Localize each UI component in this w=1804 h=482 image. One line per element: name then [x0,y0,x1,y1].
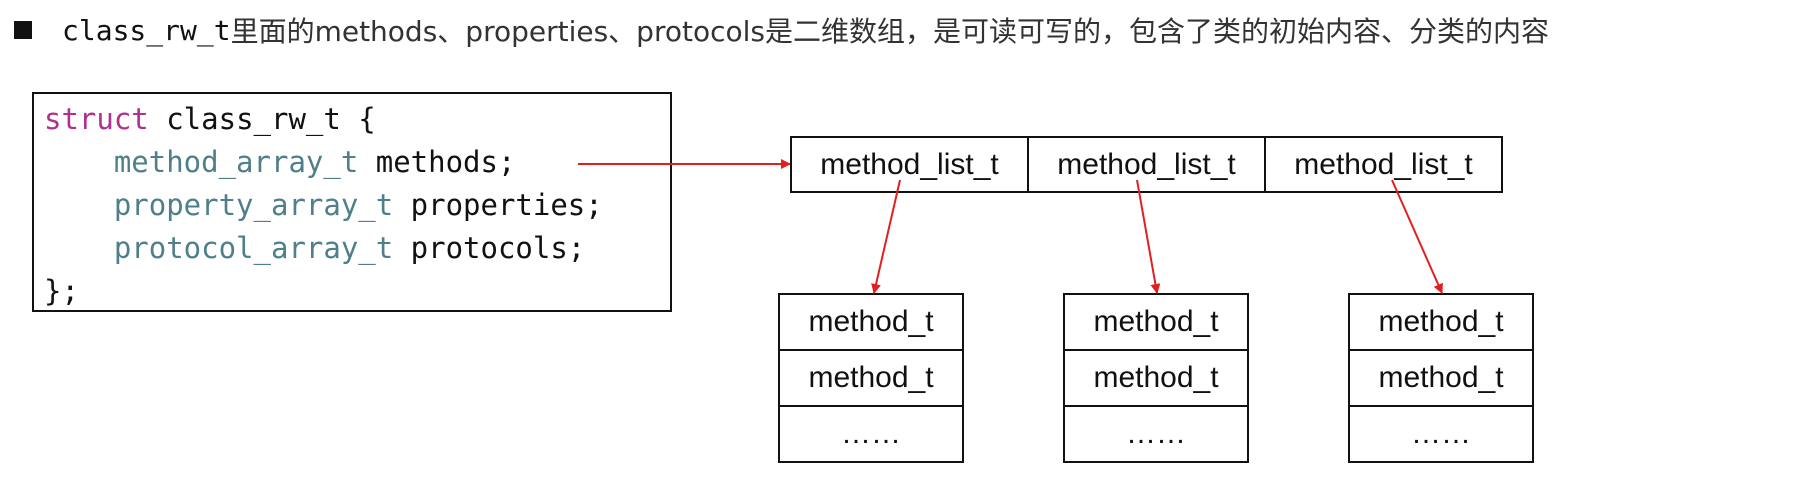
list-to-stack-arrow [1136,179,1161,294]
list-to-stack-arrow [1391,179,1443,294]
list-to-stack-arrow [871,179,901,294]
connector-arrows [578,159,1443,294]
